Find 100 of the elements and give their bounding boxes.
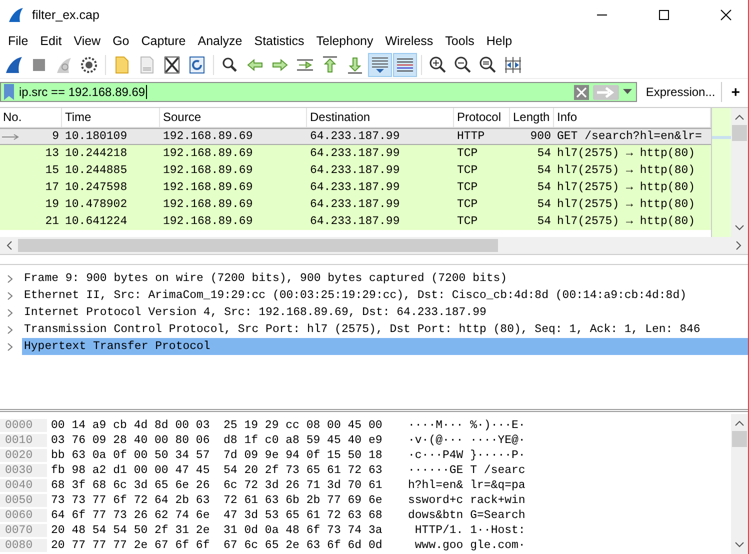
packet-row[interactable]: 13 10.244218 192.168.89.69 64.233.187.99 TCP 54 hl7(2575) → http(80) <box>0 145 711 162</box>
display-filter-field[interactable]: ip.src == 192.168.89.69 <box>0 82 637 102</box>
scrollbar-thumb[interactable] <box>732 431 747 447</box>
table-cell-text: 64.233.187.99 <box>309 147 401 160</box>
zoom-out-icon <box>453 55 473 75</box>
expand-chevron-icon[interactable] <box>6 292 14 300</box>
table-cell-text: 64.233.187.99 <box>309 181 401 194</box>
table-cell-text: TCP <box>456 147 479 160</box>
ascii-text: dows&btn G=Search <box>407 509 526 522</box>
window-title: filter_ex.cap <box>32 8 100 22</box>
expand-chevron-icon[interactable] <box>6 342 14 350</box>
offset-label: 0010 <box>0 434 47 447</box>
menu-item[interactable]: Analyze <box>192 34 248 48</box>
offset-label: 0040 <box>0 479 47 492</box>
hex-bytes: 20 77 77 77 2e 67 6f 6f 67 6c 65 2e 63 6f 6d 0d <box>50 539 384 552</box>
scroll-down-icon[interactable] <box>735 225 744 231</box>
table-cell-text: 192.168.89.69 <box>162 181 254 194</box>
packet-row[interactable]: 9 10.180109 192.168.89.69 64.233.187.99 HTTP 900 GET /search?hl=en&lr= <box>0 128 711 145</box>
column-header[interactable]: Protocol <box>454 108 510 127</box>
expand-chevron-icon[interactable] <box>6 274 14 282</box>
hex-bytes: bb 63 0a 0f 00 50 34 57 7d 09 9e 94 0f 15 50 18 <box>50 449 384 462</box>
offset-label: 0030 <box>0 464 47 477</box>
scroll-right-icon[interactable] <box>736 241 742 250</box>
table-cell-text: 192.168.89.69 <box>162 198 254 211</box>
ascii-text: www.goo gle.com· <box>414 539 526 552</box>
table-cell-text: 10.180109 <box>64 130 128 143</box>
scroll-up-icon[interactable] <box>735 420 744 426</box>
expand-chevron-icon[interactable] <box>6 326 14 334</box>
table-cell-text: 21 <box>44 215 60 228</box>
vertical-scrollbar[interactable] <box>731 108 748 237</box>
menu-item[interactable]: Go <box>106 34 136 48</box>
scroll-left-icon[interactable] <box>6 241 12 250</box>
packet-row[interactable]: 17 10.247598 192.168.89.69 64.233.187.99 TCP 54 hl7(2575) → http(80) <box>0 179 711 196</box>
menu-item[interactable]: View <box>68 34 107 48</box>
scrollbar-thumb[interactable] <box>18 239 498 252</box>
shark-fin-icon <box>8 8 24 22</box>
table-cell-text: 192.168.89.69 <box>162 164 254 177</box>
table-cell-text: TCP <box>456 198 479 211</box>
protocol-tree-item[interactable]: Frame 9: 900 bytes on wire (7200 bits), 900 bytes captured (7200 bits) <box>22 270 748 287</box>
column-header[interactable]: Destination <box>307 108 454 127</box>
shark-fin-icon <box>4 55 24 75</box>
table-cell-text: TCP <box>456 164 479 177</box>
gear-icon <box>79 55 99 75</box>
menu-item[interactable]: Edit <box>34 34 68 48</box>
table-cell-text: TCP <box>456 181 479 194</box>
menu-item[interactable]: Help <box>480 34 518 48</box>
column-header[interactable]: Time <box>62 108 160 127</box>
table-cell-text: 900 <box>529 130 552 143</box>
column-header[interactable]: No. <box>0 108 62 127</box>
offset-label: 0000 <box>0 419 47 432</box>
dropdown-caret-icon[interactable] <box>622 89 632 95</box>
table-cell-text: 64.233.187.99 <box>309 198 401 211</box>
table-cell-text: 10.244885 <box>64 164 128 177</box>
hex-bytes: 20 48 54 54 50 2f 31 2e 31 0d 0a 48 6f 73 74 3a <box>50 524 384 537</box>
column-header[interactable]: Length <box>510 108 554 127</box>
close-icon[interactable] <box>720 9 732 21</box>
ascii-text: ·c···P4W }·····P· <box>407 449 526 462</box>
scrollbar-thumb[interactable] <box>732 125 747 141</box>
table-cell-text: 10.244218 <box>64 147 128 160</box>
expand-chevron-icon[interactable] <box>6 308 14 316</box>
table-cell-text: hl7(2575) → http(80) <box>556 164 696 177</box>
menu-item[interactable]: Wireless <box>379 34 440 48</box>
packet-row[interactable]: 15 10.244885 192.168.89.69 64.233.187.99 TCP 54 hl7(2575) → http(80) <box>0 162 711 179</box>
scroll-down-icon[interactable] <box>735 542 744 548</box>
table-cell-text: GET /search?hl=en&lr= <box>556 130 703 143</box>
colorize-lines-button[interactable] <box>393 53 417 77</box>
bookmark-icon[interactable] <box>3 84 15 100</box>
hex-scrollbar[interactable] <box>731 414 748 554</box>
maximize-icon[interactable] <box>658 9 670 21</box>
menu-item[interactable]: Tools <box>439 34 480 48</box>
menu-item[interactable]: Telephony <box>310 34 380 48</box>
table-cell-text: 19 <box>44 198 60 211</box>
ascii-text: HTTP/1. 1··Host: <box>414 524 526 537</box>
autoscroll-icon <box>370 55 390 75</box>
up-arrow-icon <box>320 55 340 75</box>
clear-icon[interactable] <box>574 84 589 100</box>
column-header[interactable]: Source <box>160 108 307 127</box>
menu-item[interactable]: Statistics <box>248 34 310 48</box>
packet-row[interactable]: 19 10.478902 192.168.89.69 64.233.187.99 TCP 54 hl7(2575) → http(80) <box>0 196 711 213</box>
protocol-tree-item[interactable]: Transmission Control Protocol, Src Port: hl7 (2575), Dst Port: http (80), Seq: 1, Ack: 1, Len: 846 <box>22 321 748 338</box>
hex-bytes: fb 98 a2 d1 00 00 47 45 54 20 2f 73 65 61 72 63 <box>50 464 384 477</box>
autoscroll-button[interactable] <box>368 53 392 77</box>
offset-label: 0060 <box>0 509 47 522</box>
hex-bytes: 68 3f 68 6c 3d 65 6e 26 6c 72 3d 26 71 3d 70 61 <box>50 479 384 492</box>
horizontal-scrollbar[interactable] <box>0 237 748 255</box>
menu-item[interactable]: File <box>2 34 34 48</box>
table-cell-text: hl7(2575) → http(80) <box>556 215 696 228</box>
protocol-tree-item[interactable]: Hypertext Transfer Protocol <box>22 338 748 355</box>
scroll-up-icon[interactable] <box>735 114 744 120</box>
packet-row[interactable]: 21 10.641224 192.168.89.69 64.233.187.99 TCP 54 hl7(2575) → http(80) <box>0 213 711 230</box>
table-cell-text: 64.233.187.99 <box>309 164 401 177</box>
protocol-tree-item[interactable]: Ethernet II, Src: ArimaCom_19:29:cc (00:03:25:19:29:cc), Dst: Cisco_cb:4d:8d (00:14:a9:cb:4d:8d) <box>22 287 748 304</box>
ascii-text: ······GE T /searc <box>407 464 526 477</box>
table-cell-text: 64.233.187.99 <box>309 215 401 228</box>
table-cell-text: HTTP <box>456 130 486 143</box>
menu-item[interactable]: Capture <box>135 34 192 48</box>
ascii-text: ····M··· %·)···E· <box>407 419 526 432</box>
table-cell-text: 17 <box>44 181 60 194</box>
ascii-text: ·v·(@··· ····YE@· <box>407 434 526 447</box>
protocol-tree-item[interactable]: Internet Protocol Version 4, Src: 192.168.89.69, Dst: 64.233.187.99 <box>22 304 748 321</box>
